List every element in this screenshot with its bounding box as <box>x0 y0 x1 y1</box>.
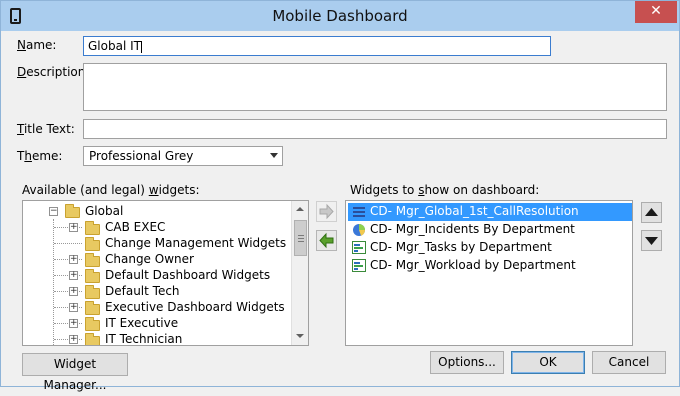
ok-button[interactable]: OK <box>511 351 585 374</box>
folder-icon <box>85 285 100 299</box>
tree-item-label: IT Executive <box>105 316 179 330</box>
dashboard-widget-item[interactable]: CD- Mgr_Workload by Department <box>348 257 632 275</box>
title-text-label: Title Text: <box>17 122 75 136</box>
tree-item[interactable]: + Executive Dashboard Widgets <box>23 299 291 315</box>
folder-icon <box>85 253 100 267</box>
dialog-window: Mobile Dashboard ✕ Name: Global IT Descr… <box>0 0 680 392</box>
widget-label: CD- Mgr_Incidents By Department <box>370 222 575 236</box>
tree-item-label: Change Management Widgets <box>105 236 287 250</box>
add-widget-button[interactable] <box>316 201 337 222</box>
widget-label: CD- Mgr_Global_1st_CallResolution <box>370 204 579 218</box>
dashboard-widget-item[interactable]: CD- Mgr_Incidents By Department <box>348 221 632 239</box>
options-button[interactable]: Options... <box>430 351 504 374</box>
title-bar[interactable]: Mobile Dashboard ✕ <box>1 1 679 31</box>
widget-label: CD- Mgr_Tasks by Department <box>370 240 552 254</box>
scroll-up-icon <box>296 207 304 211</box>
move-down-button[interactable] <box>641 230 662 251</box>
folder-icon <box>85 237 100 251</box>
expand-icon[interactable]: + <box>69 271 78 280</box>
bar-chart-icon <box>352 241 366 254</box>
tree-scrollbar[interactable] <box>291 201 308 345</box>
tree-item[interactable]: + CAB EXEC <box>23 219 291 235</box>
folder-open-icon <box>65 204 80 218</box>
dashboard-widget-item[interactable]: CD- Mgr_Global_1st_CallResolution <box>348 203 632 221</box>
move-up-button[interactable] <box>641 202 662 223</box>
tree-root-global[interactable]: − Global <box>23 203 291 219</box>
tree-item[interactable]: + Default Dashboard Widgets <box>23 267 291 283</box>
list-chart-icon <box>353 207 365 217</box>
expand-icon[interactable]: + <box>69 319 78 328</box>
expand-icon[interactable]: + <box>69 335 78 344</box>
remove-widget-button[interactable] <box>316 230 337 251</box>
tree-item[interactable]: + IT Technician <box>23 331 291 346</box>
close-icon: ✕ <box>650 3 662 19</box>
dashboard-widgets-label: Widgets to show on dashboard: <box>350 183 540 197</box>
window-title: Mobile Dashboard <box>272 7 408 25</box>
widget-label: CD- Mgr_Workload by Department <box>370 258 576 272</box>
tree-item-label: CAB EXEC <box>105 220 166 234</box>
tree-root-label: Global <box>85 204 124 218</box>
cancel-button[interactable]: Cancel <box>592 351 666 374</box>
folder-icon <box>85 317 100 331</box>
tree-item-label: Change Owner <box>105 252 194 266</box>
name-label: Name: <box>17 38 57 52</box>
folder-icon <box>85 221 100 235</box>
folder-icon <box>85 333 100 345</box>
tree-item[interactable]: + Change Owner <box>23 251 291 267</box>
tree-item-label: Default Dashboard Widgets <box>105 268 271 282</box>
tree-item[interactable]: Change Management Widgets <box>23 235 291 251</box>
triangle-up-icon <box>645 208 658 216</box>
expand-icon[interactable]: + <box>69 223 78 232</box>
scroll-down-button[interactable] <box>292 328 308 345</box>
tree-item[interactable]: + IT Executive <box>23 315 291 331</box>
triangle-down-icon <box>645 237 658 245</box>
scroll-up-button[interactable] <box>292 201 308 218</box>
widget-manager-button[interactable]: Widget Manager... <box>22 353 128 392</box>
pie-chart-icon <box>353 224 366 236</box>
arrow-left-icon <box>319 232 334 249</box>
description-label: Description: <box>17 65 90 79</box>
expand-icon[interactable]: + <box>69 255 78 264</box>
expand-icon[interactable]: + <box>69 287 78 296</box>
available-widgets-label: Available (and legal) widgets: <box>22 183 200 197</box>
tree-item-label: Executive Dashboard Widgets <box>105 300 285 314</box>
title-text-field[interactable] <box>83 119 667 139</box>
name-field[interactable]: Global IT <box>83 36 551 56</box>
dashboard-widgets-list[interactable]: CD- Mgr_Global_1st_CallResolution CD- Mgr… <box>345 200 633 346</box>
theme-selected-value: Professional Grey <box>89 149 194 163</box>
scroll-down-icon <box>296 334 304 338</box>
collapse-icon: − <box>49 206 58 216</box>
expand-icon[interactable]: + <box>69 303 78 312</box>
folder-icon <box>85 269 100 283</box>
close-button[interactable]: ✕ <box>635 1 677 23</box>
dashboard-widget-item[interactable]: CD- Mgr_Tasks by Department <box>348 239 632 257</box>
folder-icon <box>85 301 100 315</box>
bar-chart-icon <box>352 259 366 272</box>
theme-select[interactable]: Professional Grey <box>83 146 283 166</box>
tree-item-label: IT Technician <box>105 332 183 346</box>
tree-item[interactable]: + Default Tech <box>23 283 291 299</box>
theme-label: Theme: <box>17 149 63 163</box>
available-widgets-tree[interactable]: − Global + CAB EXEC Change Management Widg… <box>22 200 309 346</box>
scroll-thumb[interactable] <box>294 220 307 256</box>
description-field[interactable] <box>83 63 667 111</box>
chevron-down-icon <box>270 153 278 158</box>
tree-item-label: Default Tech <box>105 284 180 298</box>
arrow-right-icon <box>319 203 334 220</box>
